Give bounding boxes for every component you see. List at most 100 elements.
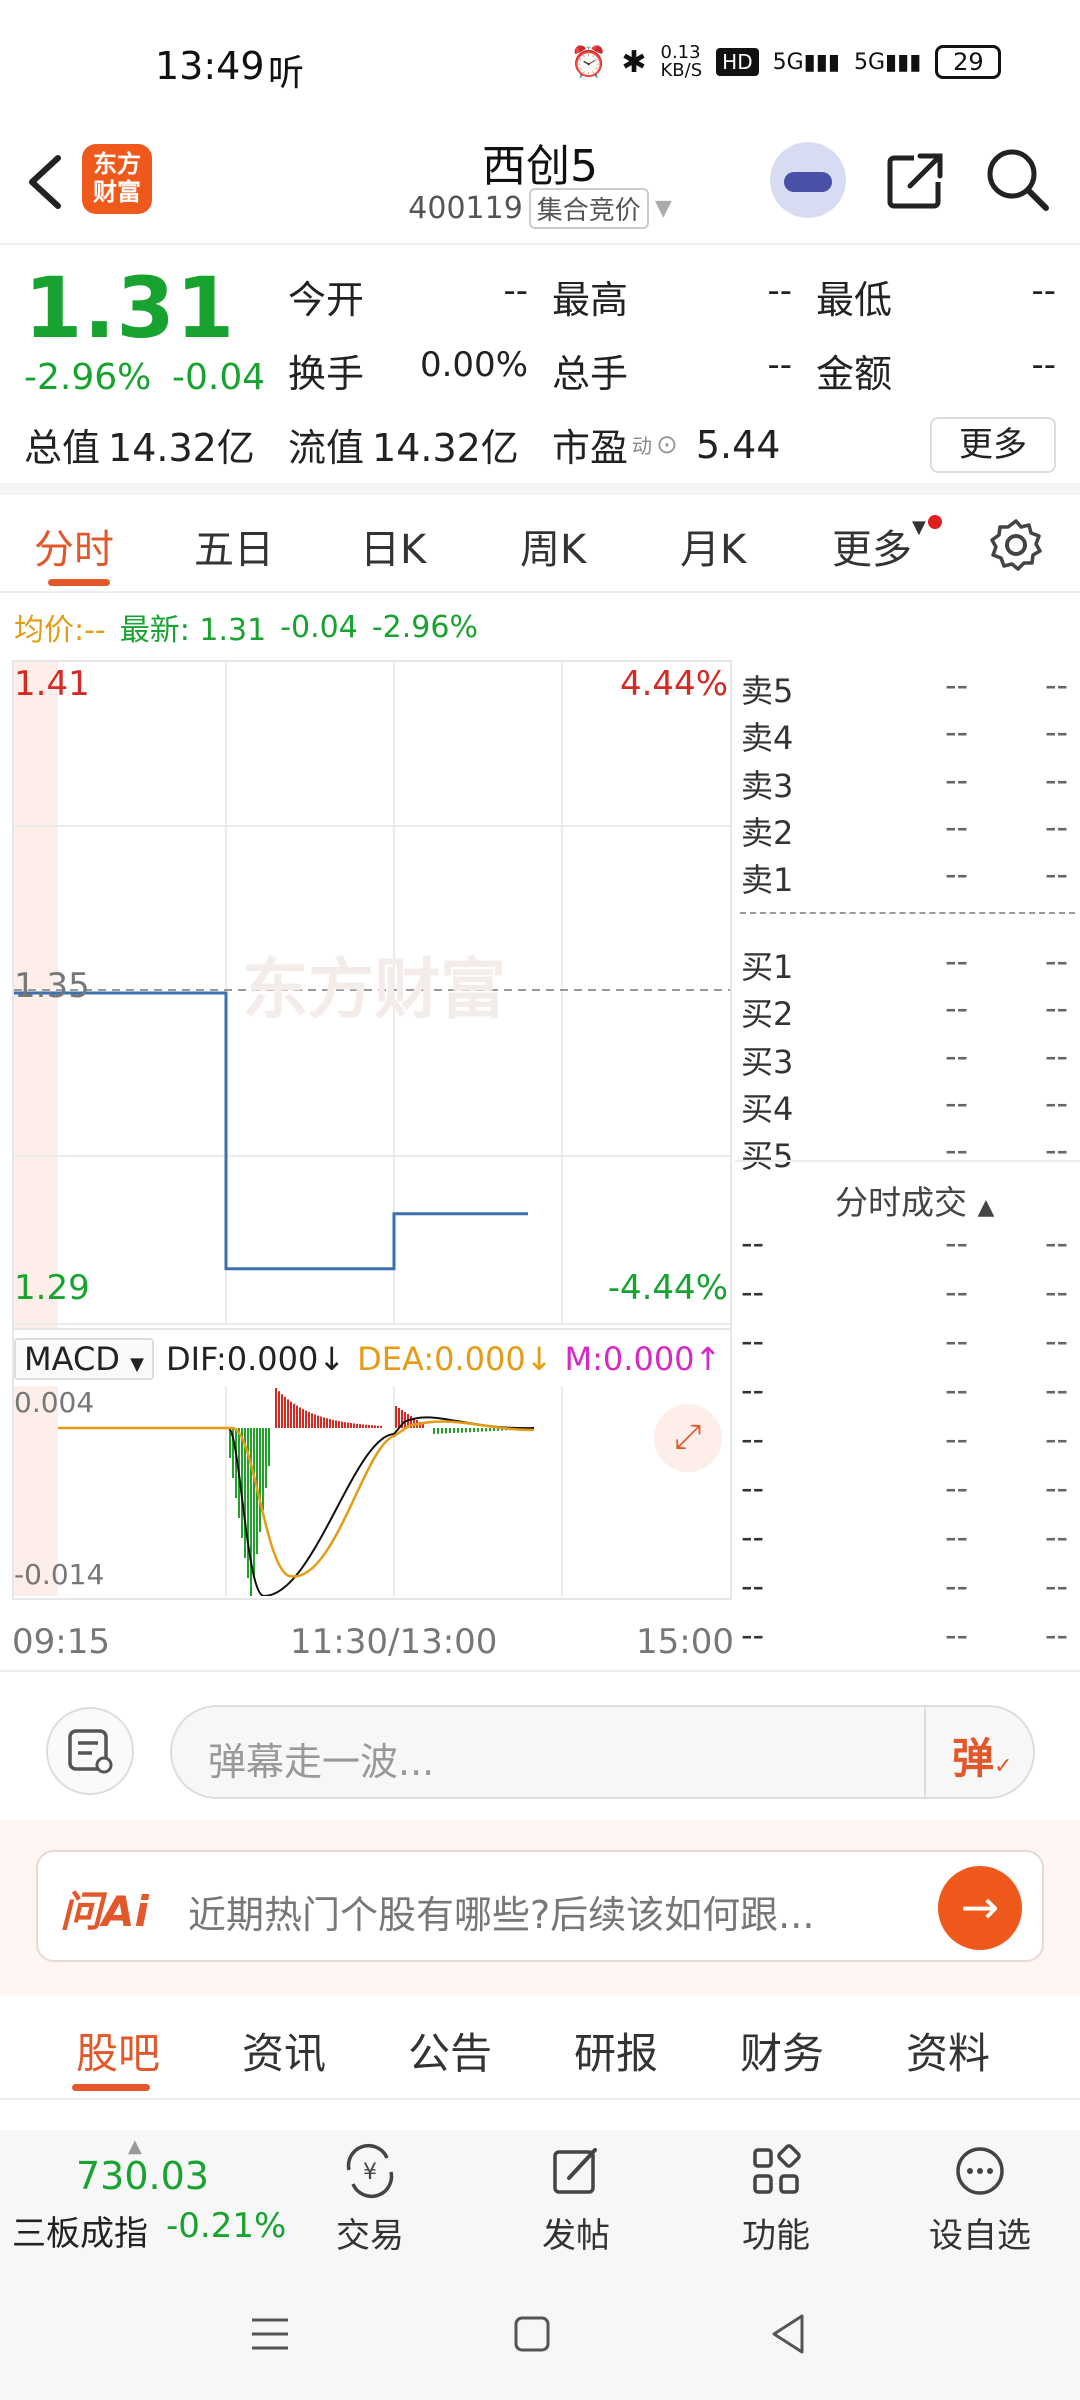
tab-guba[interactable]: 股吧 [76, 2020, 160, 2081]
tick-row-p: -- [945, 1273, 969, 1311]
more-dots-icon [956, 2147, 1004, 2195]
share-icon[interactable] [880, 146, 950, 216]
tick-row-t: -- [741, 1567, 765, 1605]
intraday-chart[interactable]: 东方财富 1.41 1.35 1.29 4.44% -4.44% [12, 660, 732, 1330]
avg-label: 均价:-- [14, 613, 106, 648]
macd-svg [14, 1386, 563, 1596]
ask-row-label: 卖2 [741, 813, 794, 852]
edit-icon [553, 2148, 597, 2194]
more-button[interactable]: 更多 [930, 417, 1056, 473]
add-watchlist-button[interactable]: 设自选 [910, 2140, 1050, 2257]
tab-profile[interactable]: 资料 [906, 2020, 990, 2081]
tick-row: -- -- -- [735, 1616, 1075, 1662]
tab-news[interactable]: 资讯 [242, 2020, 326, 2081]
market-cap: 总值 14.32亿 [24, 417, 255, 472]
search-icon[interactable] [982, 144, 1054, 216]
y-axis-low: 1.29 [14, 1268, 90, 1308]
ask-row: 卖3 -- -- [735, 761, 1075, 807]
ai-ask-box[interactable]: 问Ai 近期热门个股有哪些?后续该如何跟... → [36, 1850, 1044, 1962]
tab-announcements[interactable]: 公告 [408, 2020, 492, 2081]
tab-weekly-k[interactable]: 周K [520, 517, 586, 575]
macd-histogram [229, 1388, 511, 1596]
status-time: 13:49 [155, 44, 265, 88]
tab-intraday[interactable]: 分时 [34, 517, 114, 575]
tick-row: -- -- -- [735, 1469, 1075, 1515]
ask-row: 卖4 -- -- [735, 713, 1075, 759]
danmaku-toggle-button[interactable]: 弹✓ [952, 1725, 1012, 1786]
add-watchlist-label: 设自选 [929, 2216, 1031, 2256]
tab-monthly-k[interactable]: 月K [680, 517, 746, 575]
tick-row-v: -- [1045, 1322, 1069, 1360]
pe-ratio: 市盈 动 ⊙ 5.44 [552, 417, 780, 472]
functions-button[interactable]: 功能 [706, 2140, 846, 2257]
expand-chart-icon[interactable]: ⤢ [654, 1404, 722, 1472]
mcap-value: 14.32亿 [108, 426, 255, 470]
home-icon[interactable] [512, 2314, 552, 2354]
tick-row-t: -- [741, 1469, 765, 1507]
low-value: -- [1031, 271, 1056, 311]
settings-gear-icon[interactable] [988, 517, 1044, 573]
tick-row-p: -- [945, 1518, 969, 1556]
tick-row-t: -- [741, 1224, 765, 1262]
danmaku-placeholder: 弹幕走一波... [208, 1740, 435, 1784]
back-nav-icon[interactable] [768, 2312, 808, 2356]
ask-row: 卖1 -- -- [735, 855, 1075, 901]
more-caret-icon: ▼ [912, 517, 926, 538]
ask-row-vol: -- [1045, 713, 1069, 752]
bid-row-price: -- [945, 942, 969, 980]
ask-row: 卖2 -- -- [735, 808, 1075, 854]
ask-row-label: 卖4 [741, 719, 794, 758]
menu-icon[interactable] [250, 2314, 290, 2354]
hd-icon: HD [716, 48, 759, 76]
bluetooth-icon: ✱ [621, 44, 647, 80]
dea-value: DEA:0.000↓ [357, 1340, 553, 1378]
index-value[interactable]: 730.03 [76, 2154, 209, 2198]
post-button[interactable]: 发帖 [506, 2140, 646, 2257]
info-icon[interactable]: ⊙ [656, 430, 678, 460]
index-name[interactable]: 三板成指 [12, 2206, 148, 2255]
signal-icon-1: 5G▮▮▮ [772, 49, 840, 75]
tick-row-v: -- [1045, 1469, 1069, 1507]
alarm-icon: ⏰ [570, 44, 608, 80]
bid-row: 买1 -- -- [735, 942, 1075, 988]
trade-label: 交易 [336, 2216, 404, 2256]
x-axis-start: 09:15 [12, 1622, 110, 1662]
back-icon[interactable] [22, 152, 66, 212]
ai-send-arrow-icon[interactable]: → [938, 1866, 1022, 1950]
footer-toolbar: ▲ 730.03 三板成指 -0.21% ¥ 交易 发帖 功能 设自选 [0, 2130, 1080, 2270]
tick-row-t: -- [741, 1420, 765, 1458]
danmaku-input[interactable]: 弹幕走一波... 弹✓ [170, 1705, 1035, 1799]
macd-selector[interactable]: MACD ▼ [14, 1338, 154, 1380]
stock-code-row[interactable]: 400119 集合竞价 ▼ [380, 188, 700, 229]
signal-icon-2: 5G▮▮▮ [853, 49, 922, 75]
tab-daily-k[interactable]: 日K [360, 517, 426, 575]
mcap-label: 总值 [24, 426, 101, 470]
tab-finance[interactable]: 财务 [740, 2020, 824, 2081]
price-line-series [14, 991, 528, 1271]
ticks-title[interactable]: 分时成交 ▲ [835, 1176, 994, 1224]
dea-line [58, 1420, 535, 1578]
macd-top-label: 0.004 [14, 1386, 95, 1419]
dif-line [58, 1416, 535, 1596]
trade-button[interactable]: ¥ 交易 [300, 2140, 440, 2257]
svg-text:¥: ¥ [363, 2160, 377, 2185]
ask-row-label: 卖1 [741, 861, 794, 899]
tick-row: -- -- -- [735, 1518, 1075, 1564]
post-list-button[interactable] [46, 1707, 134, 1795]
tick-row-p: -- [945, 1371, 969, 1409]
dropdown-icon: ▼ [654, 196, 672, 221]
y-axis-mid: 1.35 [14, 966, 90, 1006]
tab-more[interactable]: 更多▼ [832, 517, 926, 575]
ask-row-vol: -- [1045, 855, 1069, 893]
tab-more-label: 更多 [832, 527, 912, 573]
open-value: -- [503, 271, 528, 311]
tab-five-day[interactable]: 五日 [194, 517, 274, 575]
ask-row-price: -- [945, 666, 969, 704]
high-label: 最高 [552, 278, 629, 322]
active-content-tab-indicator [72, 2084, 150, 2091]
ai-assistant-icon[interactable] [770, 142, 846, 218]
tick-row-p: -- [945, 1322, 969, 1360]
tab-research[interactable]: 研报 [574, 2020, 658, 2081]
tick-row: -- -- -- [735, 1420, 1075, 1466]
tick-row-v: -- [1045, 1273, 1069, 1311]
